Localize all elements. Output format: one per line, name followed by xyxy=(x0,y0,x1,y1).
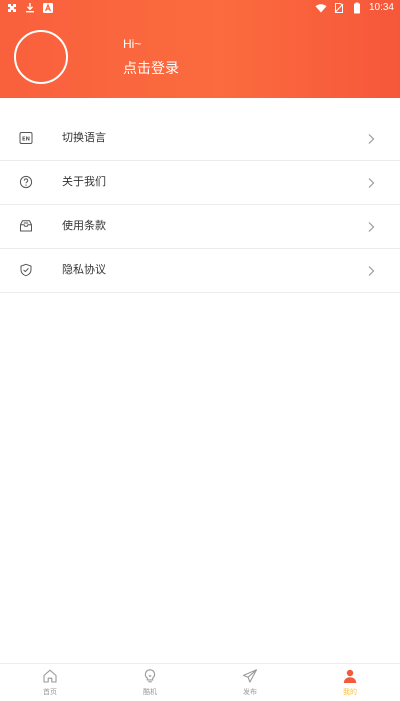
send-icon xyxy=(242,669,258,683)
tab-label: 首页 xyxy=(43,688,57,696)
question-icon xyxy=(19,175,33,189)
chevron-right-icon xyxy=(368,266,375,276)
login-link[interactable]: 点击登录 xyxy=(123,58,179,78)
chevron-right-icon xyxy=(368,222,375,232)
menu-item-terms[interactable]: 使用条款 xyxy=(0,205,400,249)
menu-item-label: 关于我们 xyxy=(62,175,106,188)
profile-header: 10:34 Hi~ 点击登录 xyxy=(0,0,400,98)
translate-a-icon xyxy=(43,3,53,13)
bottom-tab-bar: 首页 酷机 发布 我的 xyxy=(0,663,400,701)
tab-mine[interactable]: 我的 xyxy=(300,664,400,701)
no-sim-icon xyxy=(334,3,344,13)
greeting-text: Hi~ xyxy=(123,37,142,51)
tab-label: 发布 xyxy=(243,688,257,696)
tab-home[interactable]: 首页 xyxy=(0,664,100,701)
settings-menu: EN 切换语言 关于我们 使用条款 隐私协议 xyxy=(0,117,400,293)
avatar[interactable] xyxy=(14,30,68,84)
menu-item-language[interactable]: EN 切换语言 xyxy=(0,117,400,161)
tab-label: 酷机 xyxy=(143,688,157,696)
menu-item-label: 使用条款 xyxy=(62,219,106,232)
person-icon xyxy=(343,669,357,683)
language-en-icon: EN xyxy=(19,132,33,144)
chevron-right-icon xyxy=(368,134,375,144)
home-icon xyxy=(43,669,57,683)
wifi-icon xyxy=(315,4,327,13)
status-bar: 10:34 xyxy=(0,0,400,18)
download-icon xyxy=(26,3,34,13)
shield-check-icon xyxy=(20,263,32,277)
puzzle-app-icon xyxy=(8,4,16,12)
menu-item-label: 切换语言 xyxy=(62,131,106,144)
bulb-icon xyxy=(144,669,156,683)
tab-label: 我的 xyxy=(343,688,357,696)
tab-kuji[interactable]: 酷机 xyxy=(100,664,200,701)
menu-item-privacy[interactable]: 隐私协议 xyxy=(0,249,400,293)
status-time: 10:34 xyxy=(368,2,394,13)
tab-publish[interactable]: 发布 xyxy=(200,664,300,701)
status-bar-left xyxy=(6,2,54,14)
status-bar-right: 10:34 xyxy=(315,2,394,14)
inbox-icon xyxy=(20,220,32,232)
menu-item-label: 隐私协议 xyxy=(62,263,106,276)
battery-icon xyxy=(353,2,360,14)
svg-text:EN: EN xyxy=(22,136,30,142)
chevron-right-icon xyxy=(368,178,375,188)
menu-item-about[interactable]: 关于我们 xyxy=(0,161,400,205)
